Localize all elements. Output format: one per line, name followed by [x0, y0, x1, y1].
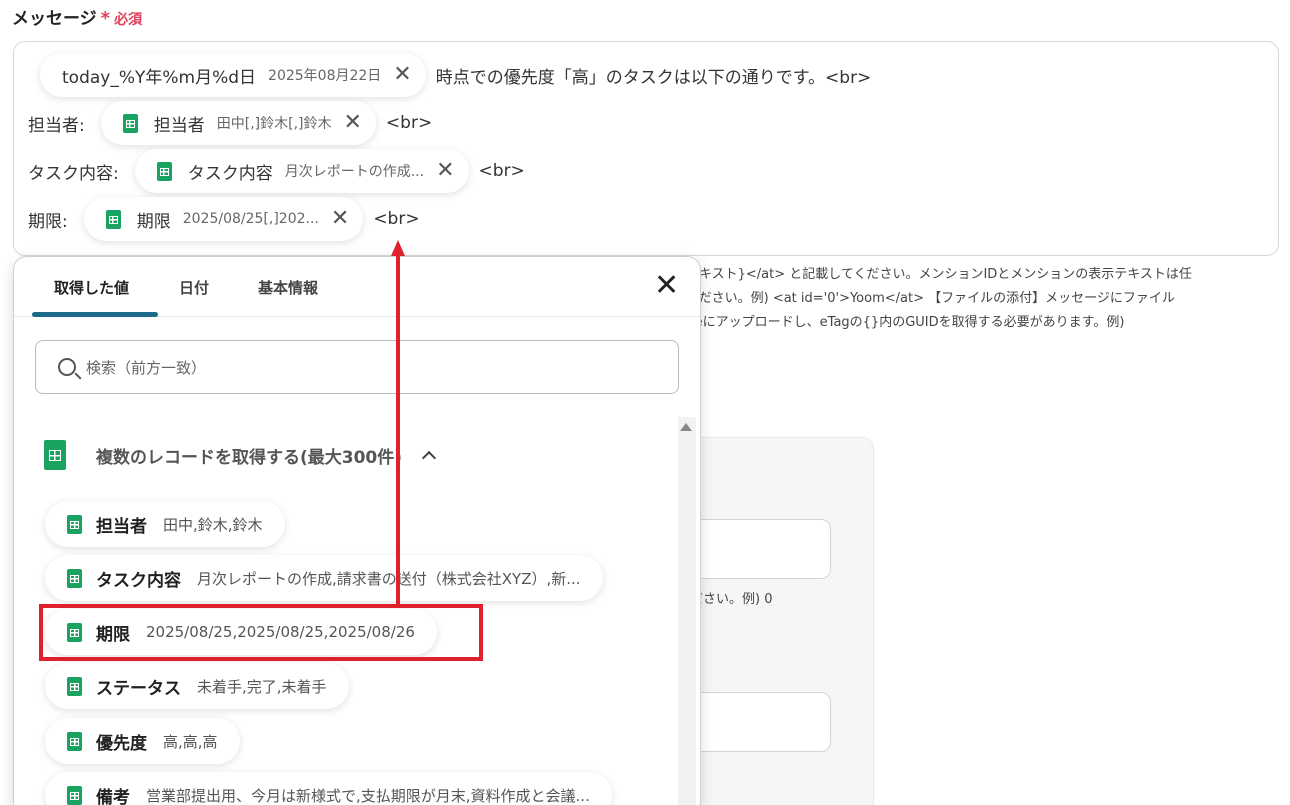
spreadsheet-icon — [122, 113, 138, 133]
spreadsheet-icon — [67, 731, 82, 751]
editor-prefix: タスク内容: — [28, 163, 119, 184]
value-item-priority[interactable]: 優先度 高,高,高 — [45, 718, 240, 764]
variable-chip-assignee[interactable]: 担当者 田中[,]鈴木[,]鈴木 ✕ — [100, 101, 376, 145]
search-placeholder: 検索（前方一致） — [86, 358, 207, 377]
spreadsheet-icon — [67, 785, 82, 805]
editor-line-3: タスク内容: タスク内容 月次レポートの作成... ✕ <br> — [28, 149, 525, 193]
required-star: * — [100, 8, 111, 29]
item-value: 高,高,高 — [163, 732, 218, 751]
annotation-arrow-head — [391, 240, 405, 256]
editor-text: <br> — [478, 161, 525, 181]
editor-text: <br> — [373, 209, 420, 229]
search-input[interactable]: 検索（前方一致） — [35, 340, 679, 394]
close-icon[interactable]: ✕ — [331, 208, 349, 230]
scrollbar[interactable] — [678, 417, 696, 805]
variable-chip-deadline[interactable]: 期限 2025/08/25[,]202... ✕ — [83, 197, 364, 241]
message-field-label: メッセージ * 必須 — [12, 4, 142, 29]
item-name: 担当者 — [96, 516, 147, 537]
variable-chip-task[interactable]: タスク内容 月次レポートの作成... ✕ — [134, 149, 469, 193]
chip-name: 期限 — [136, 211, 171, 232]
chip-value: 田中[,]鈴木[,]鈴木 — [216, 116, 332, 132]
editor-line-2: 担当者: 担当者 田中[,]鈴木[,]鈴木 ✕ <br> — [28, 101, 432, 145]
spreadsheet-icon — [156, 161, 172, 181]
help-text-line-2: せてください。例) <at id='0'>Yoom</at> 【ファイルの添付】… — [660, 291, 1175, 306]
editor-line-1: today_%Y年%m月%d日 2025年08月22日 ✕ 時点での優先度「高」… — [40, 53, 871, 97]
field-label-text: メッセージ — [12, 9, 97, 29]
close-icon[interactable]: ✕ — [343, 112, 361, 134]
tab-basic-info[interactable]: 基本情報 — [258, 277, 318, 298]
chip-value: 2025年08月22日 — [268, 68, 382, 84]
item-name: タスク内容 — [96, 570, 181, 591]
group-title: 複数のレコードを取得する(最大300件) — [96, 447, 403, 468]
annotation-arrow-line — [396, 254, 400, 606]
search-icon — [58, 358, 76, 376]
message-editor[interactable]: today_%Y年%m月%d日 2025年08月22日 ✕ 時点での優先度「高」… — [13, 41, 1279, 256]
help-text-line-1: 表示テキスト}</at> と記載してください。メンションIDとメンションの表示テ… — [660, 267, 1192, 282]
spreadsheet-icon — [67, 676, 82, 696]
value-item-task[interactable]: タスク内容 月次レポートの作成,請求書の送付（株式会社XYZ）,新... — [45, 555, 603, 601]
active-tab-indicator — [32, 312, 158, 317]
value-picker-popover: 取得した値 日付 基本情報 ✕ 検索（前方一致） 複数のレコードを取得する(最大… — [13, 256, 701, 805]
item-value: 未着手,完了,未着手 — [197, 677, 327, 696]
record-group-header[interactable]: 複数のレコードを取得する(最大300件) — [44, 437, 437, 473]
item-name: 優先度 — [96, 733, 147, 754]
editor-text: 時点での優先度「高」のタスクは以下の通りです。<br> — [435, 67, 872, 88]
close-icon[interactable]: ✕ — [654, 271, 679, 301]
spreadsheet-icon — [44, 440, 66, 470]
editor-line-4: 期限: 期限 2025/08/25[,]202... ✕ <br> — [28, 197, 420, 241]
item-name: ステータス — [96, 678, 181, 699]
close-icon[interactable]: ✕ — [393, 64, 411, 86]
spreadsheet-icon — [67, 568, 82, 588]
background-note: ださい。例) 0 — [690, 592, 773, 607]
value-item-status[interactable]: ステータス 未着手,完了,未着手 — [45, 663, 349, 709]
value-item-notes[interactable]: 備考 営業部提出用、今月は新様式で,支払期限が月末,資料作成と会議... — [45, 772, 612, 805]
close-icon[interactable]: ✕ — [436, 160, 454, 182]
editor-prefix: 期限: — [28, 211, 68, 232]
required-text: 必須 — [114, 12, 143, 28]
item-name: 備考 — [96, 787, 130, 805]
item-value: 月次レポートの作成,請求書の送付（株式会社XYZ）,新... — [197, 569, 581, 588]
value-item-assignee[interactable]: 担当者 田中,鈴木,鈴木 — [45, 501, 285, 547]
chip-value: 2025/08/25[,]202... — [182, 211, 319, 227]
chevron-up-icon[interactable] — [421, 450, 437, 466]
item-value: 営業部提出用、今月は新様式で,支払期限が月末,資料作成と会議... — [146, 786, 590, 805]
variable-chip-date[interactable]: today_%Y年%m月%d日 2025年08月22日 ✕ — [40, 53, 426, 97]
spreadsheet-icon — [67, 514, 82, 534]
chip-name: 担当者 — [153, 115, 205, 136]
help-text-line-3: eDriveにアップロードし、eTagの{}内のGUIDを取得する必要があります… — [660, 315, 1125, 330]
editor-prefix: 担当者: — [28, 115, 85, 136]
spreadsheet-icon — [105, 209, 121, 229]
chip-name: today_%Y年%m月%d日 — [62, 67, 257, 88]
chip-name: タスク内容 — [187, 163, 273, 184]
tab-date[interactable]: 日付 — [179, 277, 209, 298]
tab-acquired-values[interactable]: 取得した値 — [54, 277, 129, 298]
item-value: 田中,鈴木,鈴木 — [163, 515, 263, 534]
picker-tabs: 取得した値 日付 基本情報 ✕ — [14, 257, 700, 317]
annotation-highlight-box — [39, 604, 483, 661]
chip-value: 月次レポートの作成... — [284, 164, 425, 180]
scroll-up-icon[interactable] — [680, 423, 692, 431]
editor-text: <br> — [385, 113, 433, 133]
